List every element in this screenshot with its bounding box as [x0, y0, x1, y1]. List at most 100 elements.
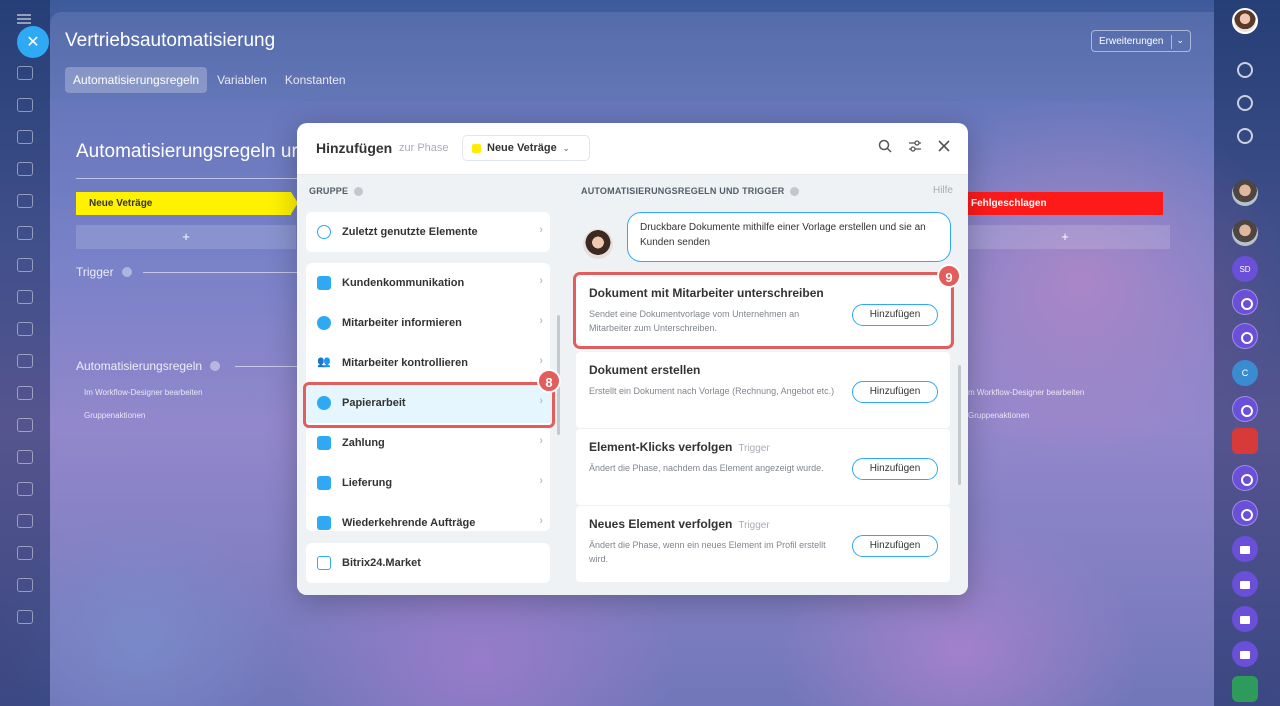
calendar-icon[interactable] — [17, 450, 33, 464]
info-icon — [317, 316, 331, 330]
group-item-wiederkehrende-auftraege[interactable]: Wiederkehrende Aufträge › — [306, 503, 550, 531]
openline-icon[interactable] — [1232, 465, 1258, 491]
highlight-papierarbeit — [303, 382, 555, 428]
tasks-icon[interactable] — [17, 98, 33, 112]
group-item-label: Bitrix24.Market — [342, 557, 421, 569]
menu-icon[interactable] — [17, 14, 31, 24]
add-rule-button-right[interactable]: + — [960, 225, 1170, 249]
settings-icon[interactable] — [17, 610, 33, 624]
lock-icon[interactable] — [1232, 571, 1258, 597]
trigger-label: Trigger — [76, 265, 114, 279]
group-actions-link-right[interactable]: Gruppenaktionen — [968, 411, 1029, 420]
group-item-lieferung[interactable]: Lieferung › — [306, 463, 550, 503]
contact-avatar[interactable] — [1232, 180, 1258, 206]
target-icon[interactable] — [1237, 95, 1253, 111]
lock-icon[interactable] — [1232, 606, 1258, 632]
step-badge-9: 9 — [937, 264, 961, 288]
add-button[interactable]: Hinzufügen — [852, 381, 938, 403]
workflow-designer-link[interactable]: Im Workflow-Designer bearbeiten — [84, 388, 203, 397]
openline-icon[interactable] — [1232, 323, 1258, 349]
chevron-down-icon: ⌄ — [562, 143, 570, 153]
lock-icon[interactable] — [1232, 641, 1258, 667]
rule-card: Element-Klicks verfolgen Trigger Ändert d… — [576, 429, 950, 505]
home-icon[interactable] — [17, 66, 33, 80]
extensions-label: Erweiterungen — [1099, 35, 1164, 47]
users-icon: 👥 — [317, 356, 331, 368]
contact-avatar-c[interactable]: C — [1232, 360, 1258, 386]
group-item-mitarbeiter-kontrollieren[interactable]: 👥 Mitarbeiter kontrollieren › — [306, 343, 550, 383]
openline-icon[interactable] — [1232, 289, 1258, 315]
tab-variables[interactable]: Variablen — [209, 67, 275, 93]
contacts-icon[interactable] — [17, 162, 33, 176]
site-icon[interactable] — [17, 258, 33, 272]
add-button[interactable]: Hinzufügen — [852, 535, 938, 557]
slider-title: Vertriebsautomatisierung — [65, 30, 276, 51]
scrollbar[interactable] — [958, 365, 961, 485]
user-avatar[interactable] — [1232, 8, 1258, 34]
contact-avatar[interactable] — [1232, 220, 1258, 246]
checklist-icon[interactable] — [17, 290, 33, 304]
help-link[interactable]: Hilfe — [933, 185, 953, 196]
close-slider-button[interactable]: ✕ — [17, 26, 49, 58]
chevron-right-icon: › — [539, 475, 543, 487]
rule-description: Ändert die Phase, nachdem das Element an… — [589, 463, 824, 473]
help-icon[interactable] — [354, 186, 364, 196]
truck-icon — [317, 476, 331, 490]
support-icon[interactable] — [17, 514, 33, 528]
group-actions-link[interactable]: Gruppenaktionen — [84, 411, 145, 420]
crm-icon[interactable] — [17, 226, 33, 240]
search-icon[interactable] — [877, 139, 893, 155]
analytics-icon[interactable] — [17, 354, 33, 368]
market-card: Bitrix24.Market — [306, 543, 550, 583]
feed-icon[interactable] — [17, 130, 33, 144]
help-icon[interactable] — [790, 186, 800, 196]
phase-color-dot — [472, 143, 481, 153]
chevron-right-icon: › — [539, 435, 543, 447]
help-icon[interactable] — [121, 267, 132, 277]
stage-neue-vertraege[interactable]: Neue Veträge — [76, 192, 298, 215]
group-header: GRUPPE — [309, 186, 364, 196]
search-chat-icon[interactable] — [1237, 128, 1253, 144]
lock-icon[interactable] — [1232, 536, 1258, 562]
group-item-label: Zuletzt genutzte Elemente — [342, 226, 478, 238]
task-icon[interactable] — [1232, 428, 1258, 454]
add-button[interactable]: Hinzufügen — [852, 458, 938, 480]
workflow-designer-link-right[interactable]: m Workflow-Designer bearbeiten — [968, 388, 1084, 397]
close-icon[interactable] — [936, 139, 952, 155]
extensions-button[interactable]: Erweiterungen ⌄ — [1091, 30, 1191, 52]
stage-fehlgeschlagen[interactable]: Fehlgeschlagen — [960, 192, 1163, 215]
group-header-label: GRUPPE — [309, 186, 349, 196]
dialog-header: Hinzufügen zur Phase Neue Veträge ⌄ — [297, 123, 968, 175]
contact-avatar-sd[interactable]: SD — [1232, 256, 1258, 282]
bell-icon[interactable] — [1237, 62, 1253, 78]
canvas-title: Automatisierungsregeln ur — [76, 141, 298, 162]
mail-icon[interactable] — [17, 482, 33, 496]
shop-icon[interactable] — [17, 386, 33, 400]
filter-icon[interactable] — [17, 546, 33, 560]
phase-select[interactable]: Neue Veträge ⌄ — [462, 135, 590, 161]
documents-icon[interactable] — [17, 194, 33, 208]
check-icon[interactable] — [1232, 676, 1258, 702]
table-icon[interactable] — [17, 578, 33, 592]
left-app-sidebar: ✕ — [0, 0, 50, 706]
group-item-market[interactable]: Bitrix24.Market — [306, 543, 550, 583]
help-icon[interactable] — [210, 361, 221, 371]
add-rule-dialog: Hinzufügen zur Phase Neue Veträge ⌄ GRUP… — [297, 123, 968, 595]
trigger-section-label: Trigger — [76, 265, 132, 279]
openline-icon[interactable] — [1232, 396, 1258, 422]
rule-description: Ändert die Phase, wenn ein neues Element… — [589, 540, 826, 564]
add-rule-button[interactable]: + — [76, 225, 296, 249]
group-item-zahlung[interactable]: Zahlung › — [306, 423, 550, 463]
tab-automation-rules[interactable]: Automatisierungsregeln — [65, 67, 208, 93]
openline-icon[interactable] — [1232, 500, 1258, 526]
rule-description: Erstellt ein Dokument nach Vorlage (Rech… — [589, 386, 835, 396]
rules-label: Automatisierungsregeln — [76, 359, 203, 373]
group-item-kundenkommunikation[interactable]: Kundenkommunikation › — [306, 263, 550, 303]
group-item-label: Zahlung — [342, 437, 385, 449]
group-item-recent[interactable]: Zuletzt genutzte Elemente › — [306, 212, 550, 252]
filter-icon[interactable] — [907, 139, 923, 155]
tab-constants[interactable]: Konstanten — [277, 67, 354, 93]
group-item-mitarbeiter-informieren[interactable]: Mitarbeiter informieren › — [306, 303, 550, 343]
chat-icon[interactable] — [17, 322, 33, 336]
sign-icon[interactable] — [17, 418, 33, 432]
